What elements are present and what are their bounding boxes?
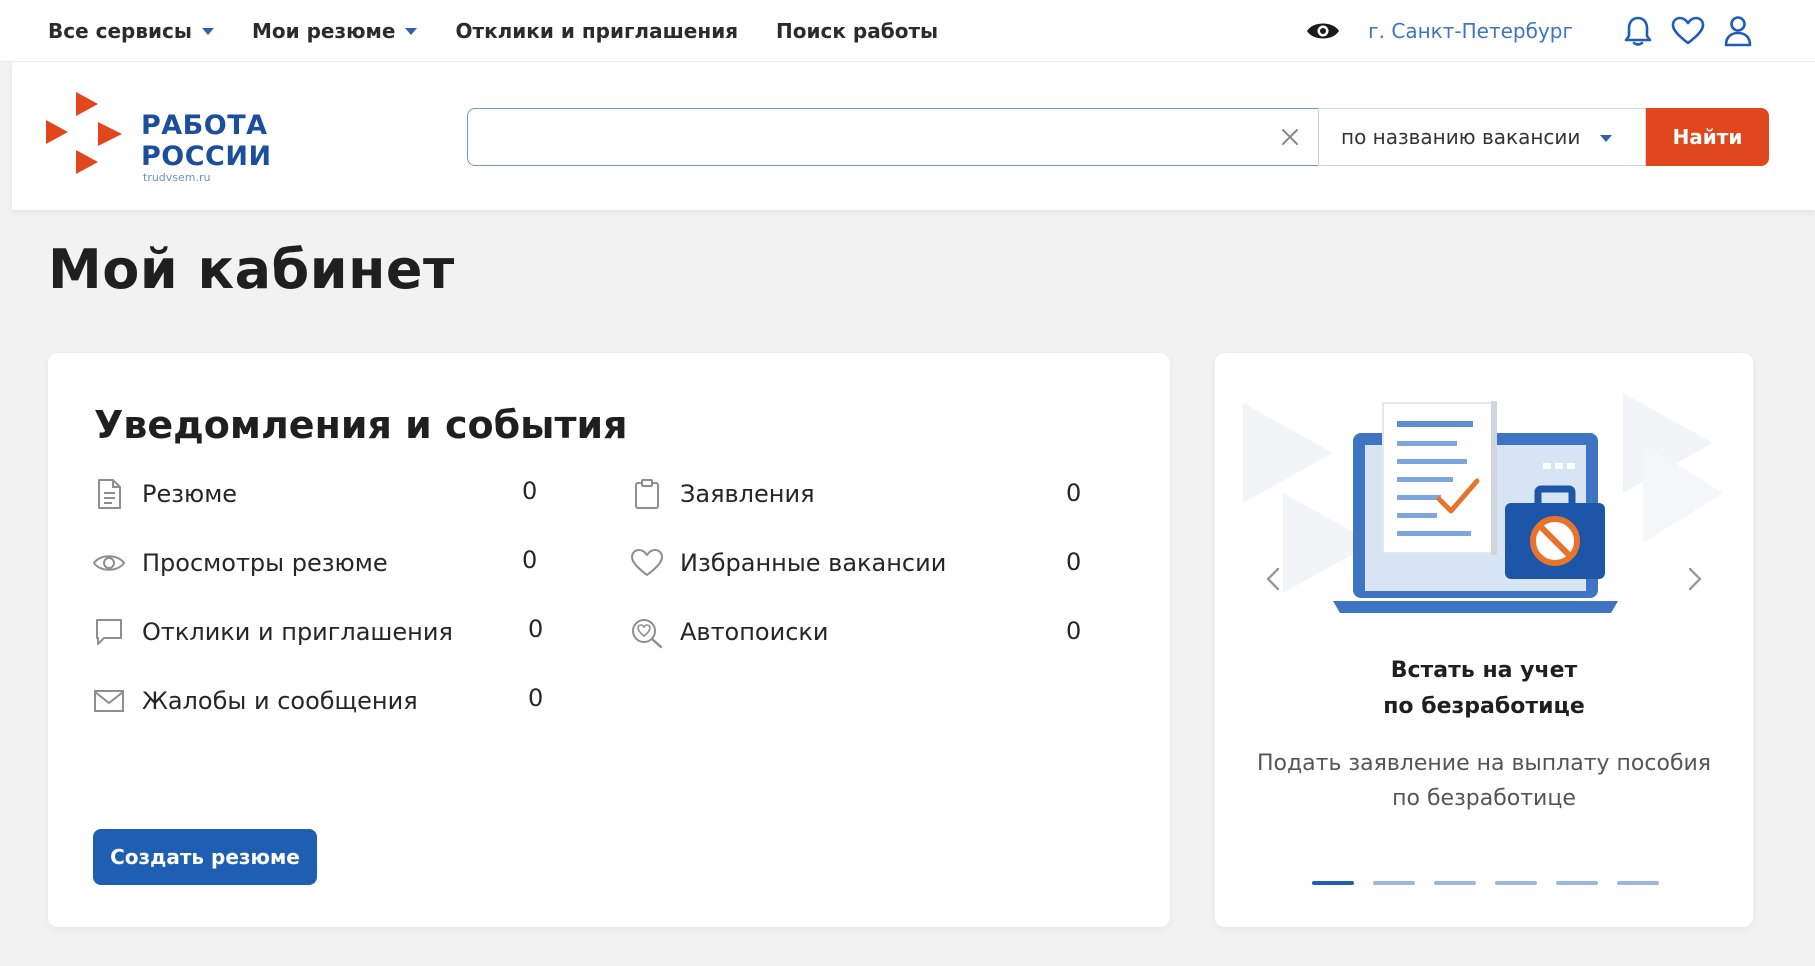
carousel-next-button[interactable]	[1677, 549, 1713, 609]
logo-line2: РОССИИ	[141, 141, 272, 172]
stat-label: Просмотры резюме	[142, 549, 388, 577]
autosearch-icon	[630, 615, 664, 649]
stat-autosearches[interactable]: Автопоиски	[630, 615, 829, 649]
stat-label: Резюме	[142, 480, 238, 508]
create-resume-button[interactable]: Создать резюме	[93, 829, 317, 885]
accessibility-eye-icon[interactable]	[1304, 12, 1342, 50]
nav-label: Поиск работы	[776, 18, 939, 43]
stat-favorite-vacancies[interactable]: Избранные вакансии	[630, 546, 946, 580]
carousel-dot-3[interactable]	[1434, 881, 1476, 885]
promo-desc-line2: по безработице	[1392, 786, 1576, 811]
logo-domain: trudvsem.ru	[143, 171, 211, 184]
stat-complaints-messages[interactable]: Жалобы и сообщения	[92, 684, 418, 718]
carousel-indicators	[1312, 881, 1678, 885]
city-selector[interactable]: г. Санкт-Петербург	[1368, 19, 1573, 43]
caret-down-icon	[405, 28, 418, 35]
promo-carousel: Встать на учет по безработице Подать зая…	[1215, 353, 1753, 927]
notifications-card: Уведомления и события Резюме 0 Просмотры…	[48, 353, 1170, 927]
site-header: РАБОТА РОССИИ trudvsem.ru по названию ва…	[12, 62, 1815, 210]
clipboard-icon	[630, 477, 664, 511]
notifications-heading: Уведомления и события	[94, 403, 628, 447]
nav-my-resumes[interactable]: Мои резюме	[251, 18, 418, 43]
stat-count: 0	[522, 477, 538, 505]
heart-icon	[630, 546, 664, 580]
stat-label: Заявления	[680, 480, 815, 508]
search-input[interactable]	[467, 108, 1318, 166]
stat-count: 0	[1066, 617, 1082, 645]
carousel-dot-2[interactable]	[1373, 881, 1415, 885]
promo-title-line2: по безработице	[1383, 694, 1585, 719]
stat-label: Жалобы и сообщения	[142, 687, 418, 715]
stat-resumes[interactable]: Резюме	[92, 477, 237, 511]
search-bar: по названию вакансии Найти	[467, 108, 1769, 166]
logo-line1: РАБОТА	[141, 110, 268, 141]
stat-applications[interactable]: Заявления	[630, 477, 815, 511]
bell-icon[interactable]	[1619, 12, 1657, 50]
promo-description: Подать заявление на выплату пособия по б…	[1235, 746, 1733, 816]
promo-desc-line1: Подать заявление на выплату пособия	[1256, 751, 1712, 776]
eye-icon	[92, 546, 126, 580]
document-icon	[92, 477, 126, 511]
stat-label: Избранные вакансии	[680, 549, 947, 577]
stat-label: Отклики и приглашения	[142, 618, 453, 646]
caret-down-icon	[201, 28, 214, 35]
nav-responses-invitations[interactable]: Отклики и приглашения	[455, 19, 738, 43]
stat-count: 0	[1066, 548, 1082, 576]
stat-count: 0	[528, 615, 544, 643]
nav-label: Отклики и приглашения	[455, 18, 739, 43]
chat-icon	[92, 615, 126, 649]
mail-icon	[92, 684, 126, 718]
clear-search-icon[interactable]	[1275, 122, 1305, 152]
logo-rabota-rossii[interactable]: РАБОТА РОССИИ trudvsem.ru	[46, 92, 276, 184]
chevron-left-icon	[1266, 567, 1280, 591]
search-type-select[interactable]: по названию вакансии	[1318, 108, 1646, 166]
unemployment-illustration	[1243, 393, 1723, 613]
chevron-right-icon	[1688, 567, 1702, 591]
stat-count: 0	[528, 684, 544, 712]
promo-title[interactable]: Встать на учет по безработице	[1215, 653, 1753, 725]
promo-title-line1: Встать на учет	[1390, 658, 1578, 683]
stat-label: Автопоиски	[680, 618, 829, 646]
nav-job-search[interactable]: Поиск работы	[776, 19, 938, 43]
page-title: Мой кабинет	[48, 238, 455, 301]
carousel-prev-button[interactable]	[1255, 549, 1291, 609]
carousel-dot-5[interactable]	[1556, 881, 1598, 885]
user-profile-icon[interactable]	[1719, 12, 1757, 50]
top-navigation: Все сервисы Мои резюме Отклики и приглаш…	[0, 0, 1815, 62]
nav-label: Все сервисы	[48, 18, 192, 43]
nav-all-services[interactable]: Все сервисы	[48, 19, 214, 43]
search-button[interactable]: Найти	[1646, 108, 1769, 166]
stat-responses-invitations[interactable]: Отклики и приглашения	[92, 615, 453, 649]
search-type-label: по названию вакансии	[1341, 125, 1581, 149]
nav-label: Мои резюме	[251, 18, 396, 43]
carousel-dot-1[interactable]	[1312, 881, 1354, 885]
topnav-right: г. Санкт-Петербург	[1292, 0, 1757, 62]
carousel-dot-6[interactable]	[1617, 881, 1659, 885]
stat-count: 0	[522, 546, 538, 574]
carousel-dot-4[interactable]	[1495, 881, 1537, 885]
stat-resume-views[interactable]: Просмотры резюме	[92, 546, 388, 580]
caret-down-icon	[1600, 134, 1613, 142]
stat-count: 0	[1066, 479, 1082, 507]
logo-arrows-icon	[46, 92, 122, 174]
favorites-heart-icon[interactable]	[1669, 12, 1707, 50]
